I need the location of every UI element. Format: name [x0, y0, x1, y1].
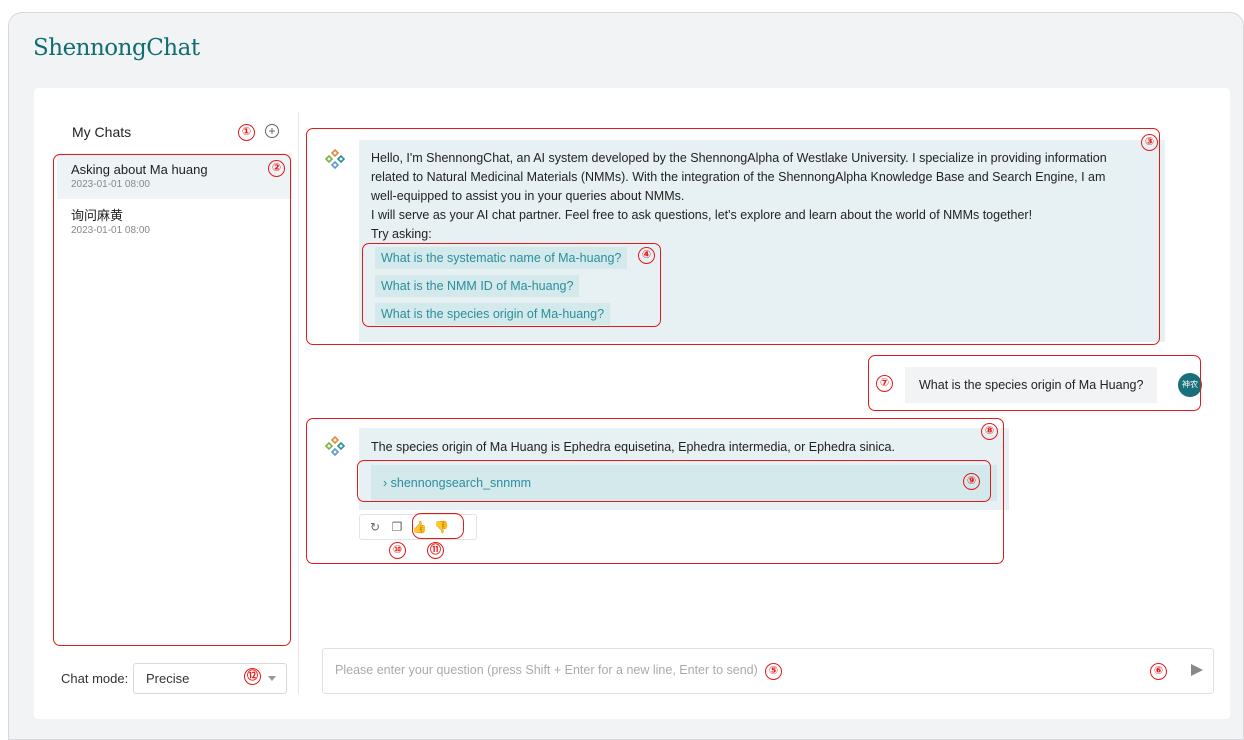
- annotation-7: ⑦: [876, 375, 893, 392]
- caret-down-icon: [268, 676, 276, 681]
- annotation-6: ⑥: [1150, 663, 1167, 680]
- chat-mode-select[interactable]: Precise: [133, 663, 287, 694]
- new-chat-plus-icon[interactable]: +: [265, 124, 279, 138]
- annotation-5: ⑤: [765, 663, 782, 680]
- sidebar-divider: [298, 112, 299, 694]
- annotation-box-suggestions: [362, 243, 661, 327]
- annotation-box-user-message: [868, 355, 1201, 411]
- annotation-12: ⑫: [244, 668, 261, 685]
- sidebar-title: My Chats: [72, 124, 132, 140]
- annotation-box-chat-list: [53, 154, 291, 646]
- annotation-10: ⑩: [389, 542, 406, 559]
- annotation-1: ①: [238, 124, 255, 141]
- annotation-3: ③: [1141, 134, 1158, 151]
- chat-mode-label: Chat mode:: [61, 671, 129, 686]
- brand-logo: ShennongChat: [33, 35, 200, 61]
- annotation-box-tool-call: [357, 460, 991, 502]
- send-icon[interactable]: [1191, 664, 1203, 676]
- annotation-8: ⑧: [981, 423, 998, 440]
- annotation-9: ⑨: [963, 473, 980, 490]
- annotation-box-feedback: [412, 513, 464, 539]
- question-input-placeholder: Please enter your question (press Shift …: [335, 663, 758, 677]
- annotation-4: ④: [638, 247, 655, 264]
- annotation-11: ⑪: [427, 542, 444, 559]
- chat-mode-value: Precise: [146, 671, 190, 686]
- annotation-2: ②: [268, 160, 285, 177]
